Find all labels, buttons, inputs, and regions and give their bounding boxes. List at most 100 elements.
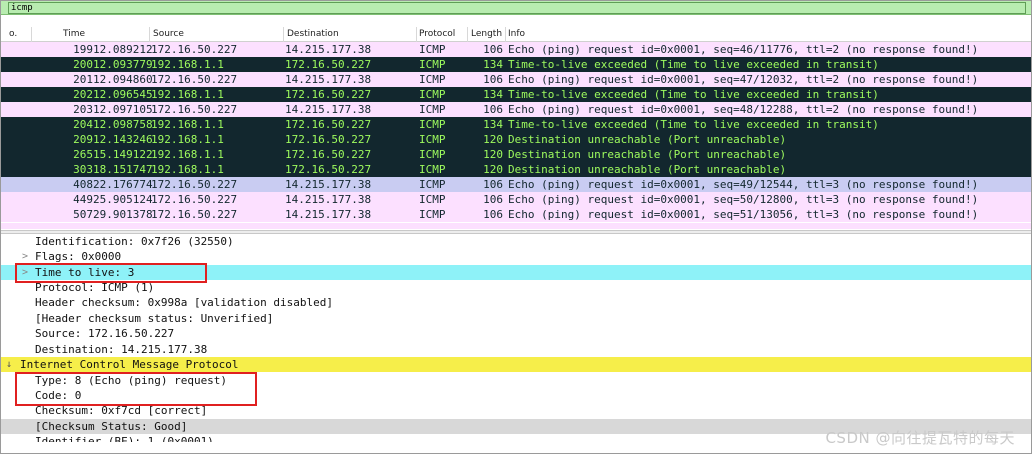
packet-info: Echo (ping) request id=0x0001, seq=47/12… <box>508 73 979 86</box>
packet-row[interactable]: 449 25.905124 172.16.50.227 14.215.177.38 IC… <box>1 192 1031 207</box>
packet-length: 106 <box>483 208 503 221</box>
packet-source: 172.16.50.227 <box>151 73 238 86</box>
column-info[interactable]: Info <box>508 29 525 39</box>
display-filter-input[interactable] <box>8 2 1026 14</box>
packet-protocol: ICMP <box>419 163 446 176</box>
packet-source: 172.16.50.227 <box>151 178 238 191</box>
packet-protocol: ICMP <box>419 208 446 221</box>
column-length[interactable]: Length <box>471 29 502 39</box>
packet-destination: 172.16.50.227 <box>285 118 372 131</box>
packet-protocol: ICMP <box>419 133 446 146</box>
packet-source: 192.168.1.1 <box>151 118 224 131</box>
packet-length: 106 <box>483 178 503 191</box>
packet-list-header: o. Time Source Destination Protocol Leng… <box>1 27 1031 42</box>
packet-no: 204 <box>73 118 93 131</box>
collapse-chevron-icon[interactable]: ↓ <box>6 357 12 372</box>
packet-destination: 172.16.50.227 <box>285 148 372 161</box>
packet-destination: 172.16.50.227 <box>285 163 372 176</box>
packet-destination: 14.215.177.38 <box>285 178 372 191</box>
packet-source: 192.168.1.1 <box>151 88 224 101</box>
detail-text: Flags: 0x0000 <box>35 250 122 263</box>
packet-source: 172.16.50.227 <box>151 193 238 206</box>
packet-destination: 172.16.50.227 <box>285 88 372 101</box>
packet-row[interactable]: 199 12.089212 172.16.50.227 14.215.177.38 IC… <box>1 42 1031 57</box>
packet-row[interactable]: 200 12.093779 192.168.1.1 172.16.50.227 ICMP… <box>1 57 1031 72</box>
packet-length: 134 <box>483 118 503 131</box>
column-protocol[interactable]: Protocol <box>419 29 455 39</box>
column-separator[interactable] <box>467 27 468 42</box>
watermark: CSDN @向往提瓦特的每天 <box>825 429 1015 447</box>
packet-time: 22.176774 <box>93 178 153 191</box>
packet-source: 172.16.50.227 <box>151 43 238 56</box>
detail-text: [Header checksum status: Unverified] <box>35 312 274 325</box>
packet-row[interactable]: 201 12.094860 172.16.50.227 14.215.177.38 IC… <box>1 72 1031 87</box>
packet-source: 192.168.1.1 <box>151 133 224 146</box>
packet-row[interactable]: 202 12.096545 192.168.1.1 172.16.50.227 ICMP… <box>1 87 1031 102</box>
packet-protocol: ICMP <box>419 148 446 161</box>
packet-no: 408 <box>73 178 93 191</box>
packet-time: 12.143246 <box>93 133 153 146</box>
column-separator[interactable] <box>31 27 32 42</box>
annotation-box-ttl <box>15 263 207 283</box>
packet-time: 12.096545 <box>93 88 153 101</box>
packet-no: 201 <box>73 73 93 86</box>
detail-text: Internet Control Message Protocol <box>20 358 239 371</box>
column-destination[interactable]: Destination <box>287 29 339 39</box>
detail-flags[interactable]: > Flags: 0x0000 <box>1 249 1031 264</box>
detail-text: Identifier (BE): 1 (0x0001) <box>35 435 214 442</box>
column-time[interactable]: Time <box>63 29 85 39</box>
packet-destination: 14.215.177.38 <box>285 208 372 221</box>
packet-destination: 14.215.177.38 <box>285 43 372 56</box>
packet-info: Echo (ping) request id=0x0001, seq=51/13… <box>508 208 979 221</box>
column-no[interactable]: o. <box>9 29 17 39</box>
detail-icmp-tree[interactable]: ↓ Internet Control Message Protocol <box>1 357 1031 372</box>
packet-destination: 172.16.50.227 <box>285 133 372 146</box>
packet-row-selected[interactable]: 408 22.176774 172.16.50.227 14.215.177.38 IC… <box>1 177 1031 192</box>
column-separator[interactable] <box>283 27 284 42</box>
packet-source: 192.168.1.1 <box>151 148 224 161</box>
packet-row-partial[interactable] <box>1 223 1031 229</box>
detail-header-checksum-status[interactable]: [Header checksum status: Unverified] <box>1 311 1031 326</box>
column-separator[interactable] <box>505 27 506 42</box>
detail-header-checksum[interactable]: Header checksum: 0x998a [validation disa… <box>1 295 1031 310</box>
detail-identification[interactable]: Identification: 0x7f26 (32550) <box>1 234 1031 249</box>
packet-time: 12.094860 <box>93 73 153 86</box>
expand-chevron-icon[interactable]: > <box>22 249 28 264</box>
detail-text: Source: 172.16.50.227 <box>35 327 175 340</box>
column-separator[interactable] <box>416 27 417 42</box>
packet-no: 209 <box>73 133 93 146</box>
detail-destination[interactable]: Destination: 14.215.177.38 <box>1 342 1031 357</box>
packet-no: 507 <box>73 208 93 221</box>
packet-row[interactable]: 265 15.149122 192.168.1.1 172.16.50.227 ICMP… <box>1 147 1031 162</box>
packet-row[interactable]: 209 12.143246 192.168.1.1 172.16.50.227 ICMP… <box>1 132 1031 147</box>
packet-info: Echo (ping) request id=0x0001, seq=46/11… <box>508 43 979 56</box>
packet-length: 106 <box>483 73 503 86</box>
packet-source: 192.168.1.1 <box>151 58 224 71</box>
packet-info: Destination unreachable (Port unreachabl… <box>508 163 787 176</box>
packet-length: 134 <box>483 58 503 71</box>
packet-protocol: ICMP <box>419 193 446 206</box>
packet-source: 172.16.50.227 <box>151 103 238 116</box>
packet-info: Time-to-live exceeded (Time to live exce… <box>508 118 879 131</box>
packet-time: 29.901378 <box>93 208 153 221</box>
packet-row[interactable]: 203 12.097105 172.16.50.227 14.215.177.38 IC… <box>1 102 1031 117</box>
packet-row[interactable]: 507 29.901378 172.16.50.227 14.215.177.38 IC… <box>1 207 1031 222</box>
packet-destination: 14.215.177.38 <box>285 103 372 116</box>
packet-time: 12.093779 <box>93 58 153 71</box>
packet-row[interactable]: 204 12.098758 192.168.1.1 172.16.50.227 ICMP… <box>1 117 1031 132</box>
packet-time: 12.097105 <box>93 103 153 116</box>
packet-no: 449 <box>73 193 93 206</box>
packet-no: 200 <box>73 58 93 71</box>
column-source[interactable]: Source <box>153 29 184 39</box>
detail-source[interactable]: Source: 172.16.50.227 <box>1 326 1031 341</box>
packet-time: 18.151747 <box>93 163 153 176</box>
packet-destination: 14.215.177.38 <box>285 73 372 86</box>
packet-info: Time-to-live exceeded (Time to live exce… <box>508 58 879 71</box>
packet-row[interactable]: 303 18.151747 192.168.1.1 172.16.50.227 ICMP… <box>1 162 1031 177</box>
column-separator[interactable] <box>149 27 150 42</box>
packet-list: 199 12.089212 172.16.50.227 14.215.177.38 IC… <box>1 42 1031 230</box>
packet-protocol: ICMP <box>419 103 446 116</box>
packet-time: 12.089212 <box>93 43 153 56</box>
packet-source: 192.168.1.1 <box>151 163 224 176</box>
packet-no: 303 <box>73 163 93 176</box>
